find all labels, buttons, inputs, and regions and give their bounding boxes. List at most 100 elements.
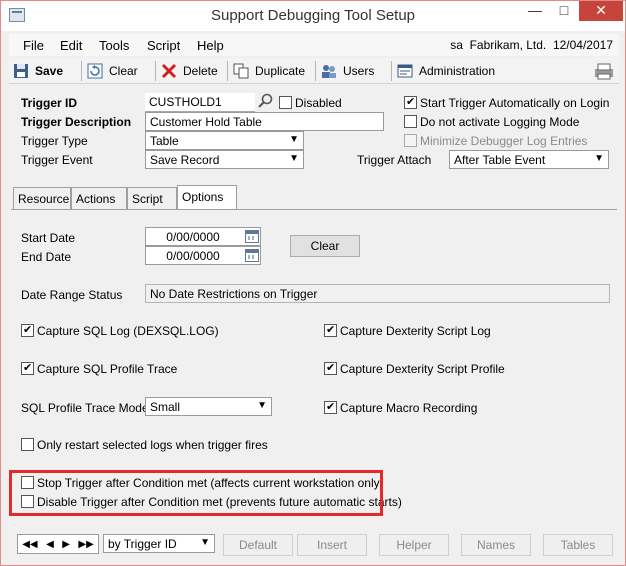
names-button[interactable]: Names xyxy=(461,534,531,556)
default-button[interactable]: Default xyxy=(223,534,293,556)
last-record-icon[interactable]: ▶▶ xyxy=(78,539,93,550)
end-date-field[interactable]: 0/00/0000 xyxy=(145,246,261,265)
toolbar-separator xyxy=(155,61,156,81)
chevron-down-icon: ▼ xyxy=(289,153,299,164)
maximize-button[interactable]: □ xyxy=(550,1,578,21)
delete-icon xyxy=(161,63,177,79)
save-button[interactable]: Save xyxy=(13,61,63,81)
tab-actions[interactable]: Actions xyxy=(71,187,127,209)
chevron-down-icon: ▼ xyxy=(289,134,299,145)
bottom-bar: ◀◀ ◀ ▶ ▶▶ by Trigger ID ▼ Default Insert… xyxy=(11,534,617,558)
tab-options[interactable]: Options xyxy=(177,185,237,209)
administration-button[interactable]: Administration xyxy=(397,61,495,81)
trigger-description-field[interactable]: Customer Hold Table xyxy=(145,112,384,131)
trigger-id-label: Trigger ID xyxy=(21,96,78,110)
users-icon xyxy=(321,63,337,79)
capture-macro-checkbox[interactable] xyxy=(324,401,337,414)
chevron-down-icon: ▼ xyxy=(257,400,267,411)
menu-bar: File Edit Tools Script Help sa Fabrikam,… xyxy=(9,34,619,56)
chevron-down-icon: ▼ xyxy=(594,153,604,164)
sql-profile-mode-label: SQL Profile Trace Mode xyxy=(21,401,149,415)
minimize-log-checkbox[interactable] xyxy=(404,134,417,147)
calendar-icon[interactable] xyxy=(245,230,259,243)
next-record-icon[interactable]: ▶ xyxy=(62,539,70,550)
duplicate-icon xyxy=(233,63,249,79)
capture-dex-script-profile-checkbox[interactable] xyxy=(324,362,337,375)
trigger-attach-select[interactable]: After Table Event ▼ xyxy=(449,150,609,169)
previous-record-icon[interactable]: ◀ xyxy=(46,539,54,550)
tab-script[interactable]: Script xyxy=(127,187,177,209)
menu-file[interactable]: File xyxy=(23,38,44,53)
trigger-event-label: Trigger Event xyxy=(21,153,93,167)
menu-edit[interactable]: Edit xyxy=(60,38,82,53)
capture-sql-log-label: Capture SQL Log (DEXSQL.LOG) xyxy=(37,324,219,338)
minimize-log-label: Minimize Debugger Log Entries xyxy=(420,134,588,148)
minimize-button[interactable]: — xyxy=(521,1,549,21)
capture-sql-profile-checkbox[interactable] xyxy=(21,362,34,375)
administration-icon xyxy=(397,63,413,79)
duplicate-button[interactable]: Duplicate xyxy=(233,61,305,81)
start-automatically-checkbox[interactable] xyxy=(404,96,417,109)
no-logging-checkbox[interactable] xyxy=(404,115,417,128)
disabled-label: Disabled xyxy=(295,96,342,110)
close-button[interactable]: ✕ xyxy=(579,1,623,21)
sort-by-select[interactable]: by Trigger ID ▼ xyxy=(103,534,215,553)
capture-dex-script-log-checkbox[interactable] xyxy=(324,324,337,337)
date-range-status-field: No Date Restrictions on Trigger xyxy=(145,284,610,303)
title-bar: Support Debugging Tool Setup — □ ✕ xyxy=(1,1,625,31)
lookup-icon[interactable] xyxy=(257,93,273,109)
capture-sql-log-checkbox[interactable] xyxy=(21,324,34,337)
clear-dates-button[interactable]: Clear xyxy=(290,235,360,257)
capture-macro-label: Capture Macro Recording xyxy=(340,401,478,415)
toolbar-separator xyxy=(81,61,82,81)
trigger-type-select[interactable]: Table ▼ xyxy=(145,131,304,150)
menu-tools[interactable]: Tools xyxy=(99,38,129,53)
start-date-label: Start Date xyxy=(21,231,76,245)
start-automatically-label: Start Trigger Automatically on Login xyxy=(420,96,610,110)
users-button[interactable]: Users xyxy=(321,61,374,81)
toolbar-separator xyxy=(391,61,392,81)
toolbar: Save Clear Delete Duplicate Users Admini… xyxy=(9,58,619,84)
tables-button[interactable]: Tables xyxy=(543,534,613,556)
only-restart-label: Only restart selected logs when trigger … xyxy=(37,438,268,452)
trigger-id-field[interactable]: CUSTHOLD1 xyxy=(145,93,255,112)
helper-button[interactable]: Helper xyxy=(379,534,449,556)
user-name: sa xyxy=(450,38,463,52)
first-record-icon[interactable]: ◀◀ xyxy=(22,539,37,550)
highlight-box xyxy=(9,470,383,516)
trigger-attach-label: Trigger Attach xyxy=(357,153,432,167)
clear-button[interactable]: Clear xyxy=(87,61,138,81)
record-navigation: ◀◀ ◀ ▶ ▶▶ xyxy=(17,534,99,554)
toolbar-separator xyxy=(227,61,228,81)
sql-profile-mode-select[interactable]: Small ▼ xyxy=(145,397,272,416)
menu-help[interactable]: Help xyxy=(197,38,224,53)
user-company-date: sa Fabrikam, Ltd. 12/04/2017 xyxy=(450,38,613,52)
menu-script[interactable]: Script xyxy=(147,38,180,53)
toolbar-separator xyxy=(315,61,316,81)
calendar-icon[interactable] xyxy=(245,249,259,262)
company-name: Fabrikam, Ltd. xyxy=(469,38,547,52)
capture-dex-script-profile-label: Capture Dexterity Script Profile xyxy=(340,362,505,376)
user-date: 12/04/2017 xyxy=(552,38,613,52)
tab-resource[interactable]: Resource xyxy=(13,187,71,209)
capture-sql-profile-label: Capture SQL Profile Trace xyxy=(37,362,178,376)
printer-icon[interactable] xyxy=(593,61,615,81)
end-date-label: End Date xyxy=(21,250,72,264)
main-window: Support Debugging Tool Setup — □ ✕ File … xyxy=(0,0,626,566)
clear-icon xyxy=(87,63,103,79)
trigger-event-select[interactable]: Save Record ▼ xyxy=(145,150,304,169)
only-restart-checkbox[interactable] xyxy=(21,438,34,451)
start-date-field[interactable]: 0/00/0000 xyxy=(145,227,261,246)
save-icon xyxy=(13,63,29,79)
date-range-status-label: Date Range Status xyxy=(21,288,123,302)
no-logging-label: Do not activate Logging Mode xyxy=(420,115,580,129)
delete-button[interactable]: Delete xyxy=(161,61,218,81)
trigger-type-label: Trigger Type xyxy=(21,134,88,148)
capture-dex-script-log-label: Capture Dexterity Script Log xyxy=(340,324,491,338)
trigger-description-label: Trigger Description xyxy=(21,115,132,129)
tab-strip: Resource Actions Script Options xyxy=(13,185,239,209)
chevron-down-icon: ▼ xyxy=(200,537,210,548)
disabled-checkbox[interactable] xyxy=(279,96,292,109)
trigger-header: Trigger ID CUSTHOLD1 Disabled Trigger De… xyxy=(9,87,619,175)
insert-button[interactable]: Insert xyxy=(297,534,367,556)
